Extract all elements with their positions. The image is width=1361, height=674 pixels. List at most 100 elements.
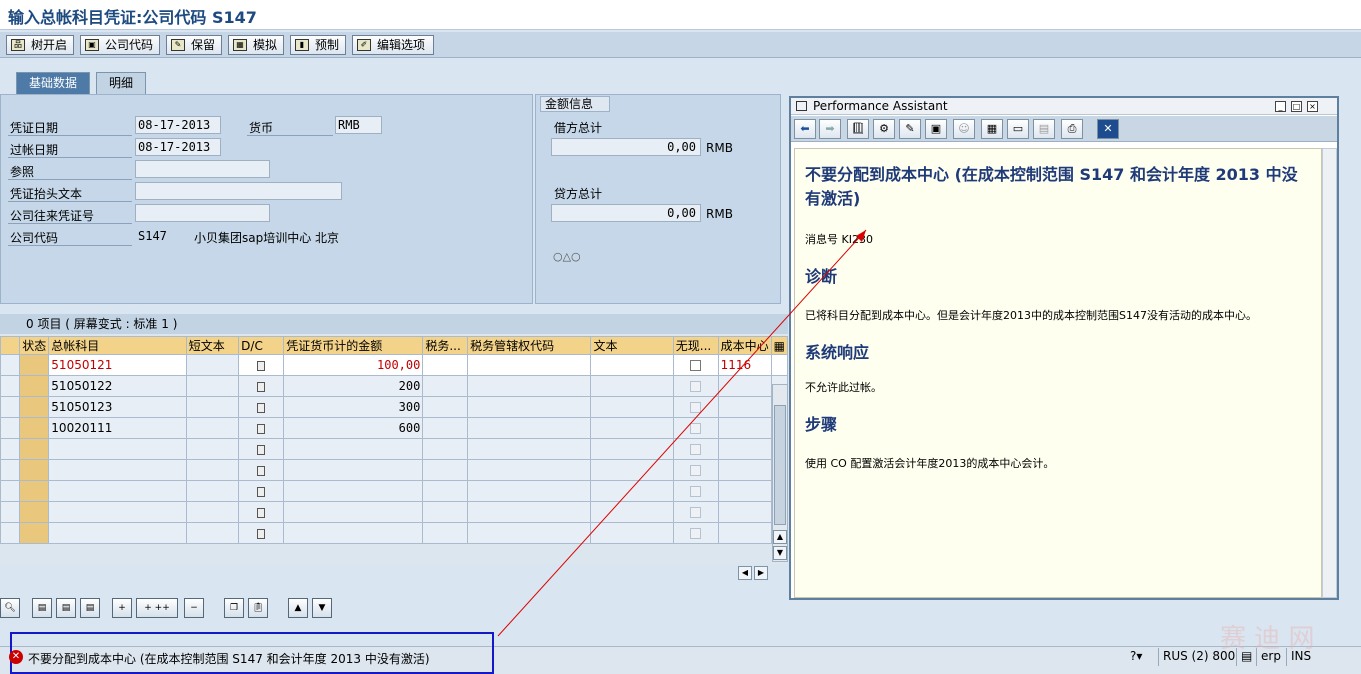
no-cash-checkbox[interactable]: [690, 465, 702, 476]
text-cell[interactable]: [590, 396, 674, 418]
performance-assistant-scrollbar[interactable]: [1322, 148, 1337, 598]
row-selector[interactable]: [0, 375, 21, 397]
cost-center-cell[interactable]: [717, 375, 772, 397]
column-header-dc[interactable]: D/C: [238, 336, 285, 355]
amount-cell[interactable]: 300: [283, 396, 424, 418]
column-header-tax[interactable]: 税务...: [422, 336, 469, 355]
row-selector[interactable]: [0, 417, 21, 439]
no-cash-checkbox[interactable]: [690, 486, 702, 497]
column-header-status[interactable]: 状态: [19, 336, 50, 355]
cost-center-cell[interactable]: [717, 522, 772, 544]
tax-jurisdiction-cell[interactable]: [467, 375, 592, 397]
no-cash-checkbox[interactable]: [690, 423, 702, 434]
book-icon[interactable]: 📕︎: [847, 119, 869, 139]
dc-cell[interactable]: [238, 354, 285, 376]
tax-cell[interactable]: [422, 417, 469, 439]
tax-jurisdiction-cell[interactable]: [467, 522, 592, 544]
options-icon[interactable]: ▤: [1033, 119, 1055, 139]
technical-info-icon[interactable]: ⚙: [873, 119, 895, 139]
dc-cell[interactable]: [238, 417, 285, 439]
row-selector[interactable]: [0, 459, 21, 481]
no-cash-cell[interactable]: [672, 501, 719, 523]
no-cash-cell[interactable]: [672, 396, 719, 418]
gl-account-cell[interactable]: [48, 522, 187, 544]
tax-jurisdiction-cell[interactable]: [467, 396, 592, 418]
insert-row-icon[interactable]: +: [112, 598, 132, 618]
currency-field[interactable]: RMB: [335, 116, 382, 134]
dc-value-help-icon[interactable]: [257, 381, 266, 392]
row-selector[interactable]: [0, 396, 21, 418]
text-cell[interactable]: [590, 522, 674, 544]
select-block-icon[interactable]: ▤: [56, 598, 76, 618]
filter-icon[interactable]: ▼: [312, 598, 332, 618]
column-header-short-text[interactable]: 短文本: [185, 336, 240, 355]
table-row[interactable]: 10020111 600: [0, 417, 789, 439]
gl-account-cell[interactable]: [48, 480, 187, 502]
no-cash-cell[interactable]: [672, 522, 719, 544]
tax-jurisdiction-cell[interactable]: [467, 459, 592, 481]
no-cash-cell[interactable]: [672, 375, 719, 397]
maximize-icon[interactable]: □: [1291, 101, 1302, 112]
text-cell[interactable]: [590, 480, 674, 502]
gl-account-cell[interactable]: [48, 459, 187, 481]
dc-cell[interactable]: [238, 438, 285, 460]
copy-icon[interactable]: ❐: [224, 598, 244, 618]
insert-multiple-rows-icon[interactable]: + ++: [136, 598, 178, 618]
scrollbar-thumb[interactable]: [774, 405, 786, 525]
scroll-up-arrow-icon[interactable]: ▲: [773, 530, 787, 544]
table-settings-icon[interactable]: ▦: [770, 336, 789, 355]
back-arrow-icon[interactable]: ⬅: [794, 119, 816, 139]
no-cash-cell[interactable]: [672, 354, 719, 376]
amount-cell[interactable]: [283, 459, 424, 481]
tax-cell[interactable]: [422, 396, 469, 418]
dc-cell[interactable]: [238, 375, 285, 397]
dc-cell[interactable]: [238, 522, 285, 544]
gl-account-cell[interactable]: 51050123: [48, 396, 187, 418]
reference-field[interactable]: [135, 160, 270, 178]
cost-center-cell[interactable]: [717, 501, 772, 523]
no-cash-checkbox[interactable]: [690, 444, 702, 455]
amount-cell[interactable]: [283, 480, 424, 502]
scroll-right-arrow-icon[interactable]: ▶: [754, 566, 768, 580]
amount-cell[interactable]: 200: [283, 375, 424, 397]
tax-cell[interactable]: [422, 522, 469, 544]
dc-value-help-icon[interactable]: [257, 402, 266, 413]
amount-cell[interactable]: 100,00: [283, 354, 424, 376]
table-row[interactable]: 51050123 300: [0, 396, 789, 418]
dc-cell[interactable]: [238, 459, 285, 481]
dc-cell[interactable]: [238, 480, 285, 502]
no-cash-checkbox[interactable]: [690, 507, 702, 518]
tax-jurisdiction-cell[interactable]: [467, 354, 592, 376]
cost-center-cell[interactable]: 1116: [717, 354, 772, 376]
company-code-button[interactable]: ▣ 公司代码: [80, 35, 160, 55]
cost-center-cell[interactable]: [717, 459, 772, 481]
row-selector[interactable]: [0, 354, 21, 376]
details-icon[interactable]: 🔍︎: [0, 598, 20, 618]
no-cash-cell[interactable]: [672, 480, 719, 502]
row-selector[interactable]: [0, 522, 21, 544]
forward-arrow-icon[interactable]: ➡: [819, 119, 841, 139]
text-cell[interactable]: [590, 354, 674, 376]
dc-cell[interactable]: [238, 396, 285, 418]
amount-cell[interactable]: [283, 522, 424, 544]
display-icon[interactable]: ▭: [1007, 119, 1029, 139]
cost-center-cell[interactable]: [717, 396, 772, 418]
dc-value-help-icon[interactable]: [257, 465, 266, 476]
gl-account-cell[interactable]: [48, 501, 187, 523]
column-header-text[interactable]: 文本: [590, 336, 674, 355]
delete-row-icon[interactable]: −: [184, 598, 204, 618]
no-cash-cell[interactable]: [672, 438, 719, 460]
amount-cell[interactable]: [283, 438, 424, 460]
tax-cell[interactable]: [422, 501, 469, 523]
tax-jurisdiction-cell[interactable]: [467, 480, 592, 502]
table-row[interactable]: [0, 480, 789, 502]
column-header-gl-account[interactable]: 总帐科目: [48, 336, 187, 355]
row-selector[interactable]: [0, 501, 21, 523]
table-icon[interactable]: ▦: [981, 119, 1003, 139]
simulate-button[interactable]: ▦ 模拟: [228, 35, 284, 55]
column-header-no-cash[interactable]: 无现...: [672, 336, 719, 355]
paste-icon[interactable]: 📋︎: [248, 598, 268, 618]
close-icon[interactable]: ×: [1307, 101, 1318, 112]
text-cell[interactable]: [590, 459, 674, 481]
no-cash-checkbox[interactable]: [690, 528, 702, 539]
